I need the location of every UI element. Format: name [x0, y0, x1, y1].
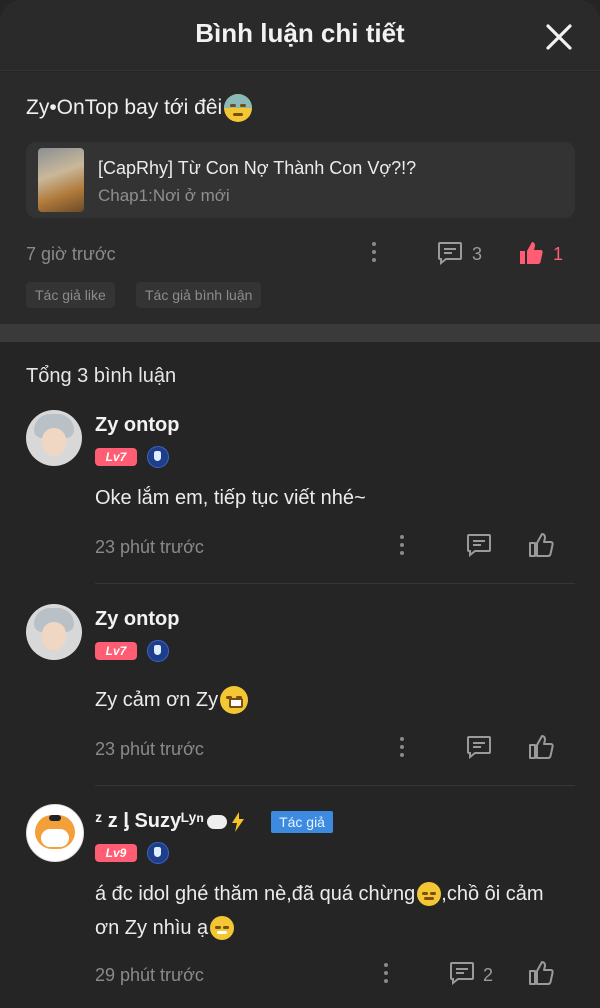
- header: Bình luận chi tiết: [0, 0, 600, 71]
- chapter-title: [CapRhy] Từ Con Nợ Thành Con Vợ?!?: [98, 158, 417, 178]
- comment-separator: [95, 583, 575, 584]
- post-text-row: Zy•OnTop bay tới đêi: [26, 94, 253, 122]
- comment-text: á đc idol ghé thăm nè,đã quá chừng: [95, 883, 416, 905]
- more-options-icon[interactable]: [371, 242, 377, 266]
- comment-text-cont: ,chồ ôi cảm: [441, 883, 544, 905]
- post-like-count: 1: [553, 244, 564, 264]
- more-options-icon[interactable]: [399, 737, 405, 761]
- comment-username[interactable]: ᶻ z ᶅ Suzyᴸʸⁿ: [95, 810, 204, 833]
- thumbs-up-icon[interactable]: [528, 960, 554, 986]
- level-badge: Lv7: [95, 448, 137, 466]
- lightning-icon: [232, 811, 245, 832]
- comment-text: Zy cảm ơn Zy: [95, 689, 219, 711]
- comment-text-line2: ơn Zy nhìu ạ: [95, 917, 209, 939]
- comment-time: 23 phút trước: [95, 537, 204, 557]
- author-tag: Tác giả: [271, 810, 333, 833]
- comment-separator: [95, 785, 575, 786]
- post-meta-row: 7 giờ trước 3 1: [26, 240, 575, 274]
- avatar[interactable]: [26, 410, 82, 466]
- comment-text-row-2: ơn Zy nhìu ạ: [95, 912, 235, 944]
- close-icon[interactable]: [544, 22, 574, 52]
- shield-badge-icon: [147, 640, 169, 662]
- level-badge: Lv7: [95, 642, 137, 660]
- reply-icon[interactable]: [466, 533, 492, 557]
- comment-username[interactable]: Zy ontop: [95, 414, 179, 437]
- chapter-cover-image: [38, 148, 84, 212]
- avatar[interactable]: [26, 804, 84, 862]
- laughing-emoji-icon: [220, 686, 249, 714]
- sleepy-emoji-icon: [224, 94, 253, 122]
- post-reply-count: 3: [472, 244, 483, 264]
- level-badge: Lv9: [95, 844, 137, 862]
- reply-icon[interactable]: [449, 961, 475, 985]
- sneezing-emoji-icon: [210, 916, 235, 940]
- reply-count: 2: [483, 965, 494, 985]
- shield-badge-icon: [147, 446, 169, 468]
- section-divider: [0, 324, 600, 342]
- comment-username[interactable]: Zy ontop: [95, 608, 179, 631]
- chapter-card[interactable]: [CapRhy] Từ Con Nợ Thành Con Vợ?!? Chap1…: [26, 142, 575, 218]
- comment-text: Oke lắm em, tiếp tục viết nhé~: [95, 487, 366, 509]
- comment-text-row: Zy cảm ơn Zy: [95, 684, 249, 716]
- sheep-emoji-icon: [207, 814, 228, 829]
- avatar[interactable]: [26, 604, 82, 660]
- comment-time: 23 phút trước: [95, 739, 204, 759]
- thumbs-up-icon[interactable]: [528, 734, 554, 760]
- chapter-subtitle: Chap1:Nơi ở mới: [98, 186, 230, 205]
- post-time: 7 giờ trước: [26, 244, 116, 264]
- tag-author-comment: Tác giả bình luận: [136, 282, 262, 308]
- more-options-icon[interactable]: [399, 535, 405, 559]
- more-options-icon[interactable]: [383, 963, 389, 987]
- frowning-emoji-icon: [417, 882, 442, 906]
- comment-username-row: ᶻ z ᶅ Suzyᴸʸⁿ Tác giả: [95, 810, 333, 833]
- page-title: Bình luận chi tiết: [195, 18, 405, 48]
- thumbs-up-icon[interactable]: [528, 532, 554, 558]
- reply-icon[interactable]: [466, 735, 492, 759]
- comment-time: 29 phút trước: [95, 965, 204, 985]
- post-card: Zy•OnTop bay tới đêi [CapRhy] Từ Con Nợ …: [0, 72, 600, 324]
- comments-total: Tổng 3 bình luận: [26, 365, 177, 387]
- comment-text-row: á đc idol ghé thăm nè,đã quá chừng ,chồ …: [95, 878, 544, 910]
- shield-badge-icon: [147, 842, 169, 864]
- thumbs-up-filled-icon[interactable]: [518, 240, 544, 266]
- tag-author-like: Tác giả like: [26, 282, 115, 308]
- post-text: Zy•OnTop bay tới đêi: [26, 96, 223, 119]
- comment-icon[interactable]: [437, 241, 463, 265]
